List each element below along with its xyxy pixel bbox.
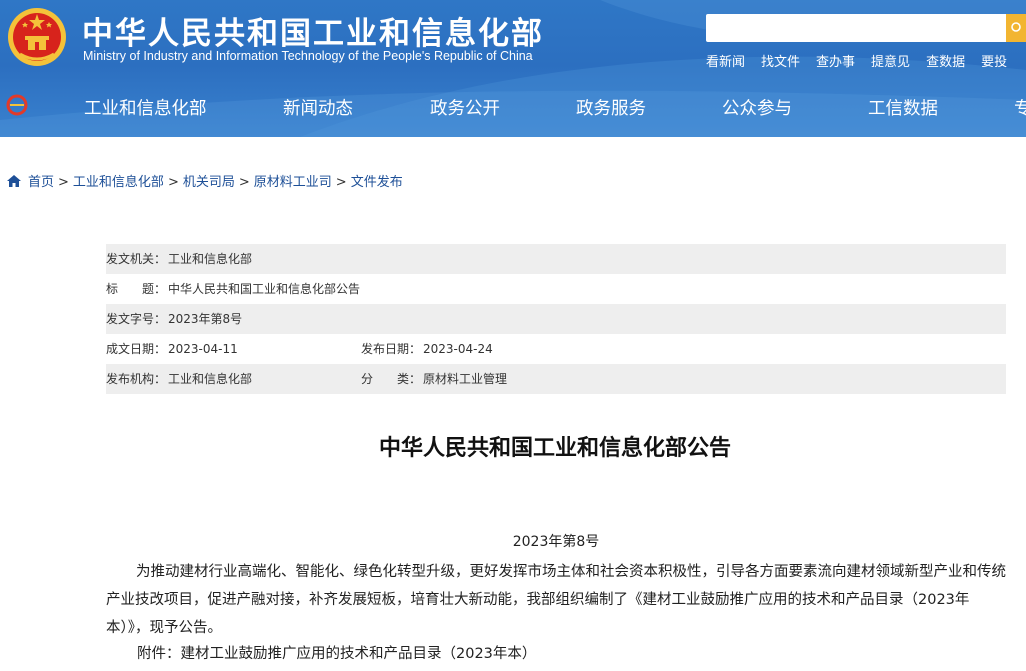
meta-value: 工业和信息化部 bbox=[168, 372, 253, 386]
document-meta-table: 发文机关： 工业和信息化部 标 题： 中华人民共和国工业和信息化部公告 发文字号… bbox=[106, 244, 1006, 394]
quick-link-more[interactable]: 要投 bbox=[981, 55, 1007, 70]
meta-label: 分 类： bbox=[361, 372, 422, 386]
meta-label: 发文机关： bbox=[106, 252, 167, 266]
meta-label: 成文日期： bbox=[106, 342, 167, 356]
nav-item-gov-info[interactable]: 政务公开 bbox=[430, 95, 500, 120]
meta-row-publisher: 发布机构： 工业和信息化部 分 类： 原材料工业管理 bbox=[106, 364, 1006, 394]
breadcrumb-raw-materials[interactable]: 原材料工业司 bbox=[254, 175, 332, 190]
breadcrumb-publications[interactable]: 文件发布 bbox=[351, 175, 403, 190]
meta-label: 发布日期： bbox=[361, 342, 422, 356]
search-input[interactable] bbox=[706, 14, 1006, 42]
nav-logo-icon[interactable] bbox=[6, 94, 28, 116]
nav-item-special[interactable]: 专 bbox=[1014, 95, 1026, 120]
main-nav: 工业和信息化部 新闻动态 政务公开 政务服务 公众参与 工信数据 专 bbox=[0, 86, 1026, 126]
breadcrumb-separator: > bbox=[58, 175, 69, 190]
breadcrumb-miit[interactable]: 工业和信息化部 bbox=[73, 175, 164, 190]
meta-value: 2023-04-11 bbox=[168, 342, 238, 356]
nav-item-public-participation[interactable]: 公众参与 bbox=[722, 95, 792, 120]
nav-item-news[interactable]: 新闻动态 bbox=[283, 95, 353, 120]
nav-item-gov-services[interactable]: 政务服务 bbox=[576, 95, 646, 120]
meta-value: 工业和信息化部 bbox=[168, 252, 253, 266]
quick-links: 看新闻 找文件 查办事 提意见 查数据 要投 bbox=[706, 51, 1023, 70]
meta-label: 发布机构： bbox=[106, 372, 167, 386]
article-paragraph: 为推动建材行业高端化、智能化、绿色化转型升级，更好发挥市场主体和社会资本积极性，… bbox=[106, 564, 1006, 636]
search-button[interactable] bbox=[1006, 14, 1026, 42]
meta-value: 原材料工业管理 bbox=[423, 372, 508, 386]
breadcrumb-separator: > bbox=[335, 175, 347, 190]
breadcrumb: 首页 > 工业和信息化部 > 机关司局 > 原材料工业司 > 文件发布 bbox=[6, 171, 403, 190]
meta-row-dates: 成文日期： 2023-04-11 发布日期： 2023-04-24 bbox=[106, 334, 1006, 364]
quick-link-news[interactable]: 看新闻 bbox=[706, 55, 745, 70]
article-attachment[interactable]: 附件：建材工业鼓励推广应用的技术和产品目录（2023年本） bbox=[137, 642, 536, 663]
site-title: 中华人民共和国工业和信息化部 bbox=[82, 16, 544, 52]
breadcrumb-departments[interactable]: 机关司局 bbox=[183, 175, 235, 190]
meta-value: 2023年第8号 bbox=[168, 312, 243, 326]
search-icon bbox=[1011, 22, 1021, 32]
breadcrumb-separator: > bbox=[167, 175, 179, 190]
meta-label: 发文字号： bbox=[106, 312, 167, 326]
meta-row-issuer: 发文机关： 工业和信息化部 bbox=[106, 244, 1006, 274]
nav-item-data[interactable]: 工信数据 bbox=[868, 95, 938, 120]
home-icon bbox=[7, 175, 21, 187]
breadcrumb-home[interactable]: 首页 bbox=[28, 175, 54, 190]
meta-label: 标 题： bbox=[106, 282, 167, 296]
meta-value: 2023-04-24 bbox=[423, 342, 493, 356]
meta-value: 中华人民共和国工业和信息化部公告 bbox=[168, 282, 361, 296]
quick-link-services[interactable]: 查办事 bbox=[816, 55, 855, 70]
article-title: 中华人民共和国工业和信息化部公告 bbox=[378, 436, 731, 461]
quick-link-feedback[interactable]: 提意见 bbox=[871, 55, 910, 70]
quick-link-data[interactable]: 查数据 bbox=[926, 55, 965, 70]
meta-row-title: 标 题： 中华人民共和国工业和信息化部公告 bbox=[106, 274, 1006, 304]
meta-row-doc-no: 发文字号： 2023年第8号 bbox=[106, 304, 1006, 334]
site-subtitle: Ministry of Industry and Information Tec… bbox=[83, 49, 533, 63]
quick-link-files[interactable]: 找文件 bbox=[761, 55, 800, 70]
national-emblem-icon bbox=[8, 8, 66, 66]
site-header: 中华人民共和国工业和信息化部 Ministry of Industry and … bbox=[0, 0, 1026, 137]
article-doc-number: 2023年第8号 bbox=[512, 534, 600, 550]
breadcrumb-separator: > bbox=[238, 175, 250, 190]
nav-item-miit[interactable]: 工业和信息化部 bbox=[84, 95, 207, 120]
